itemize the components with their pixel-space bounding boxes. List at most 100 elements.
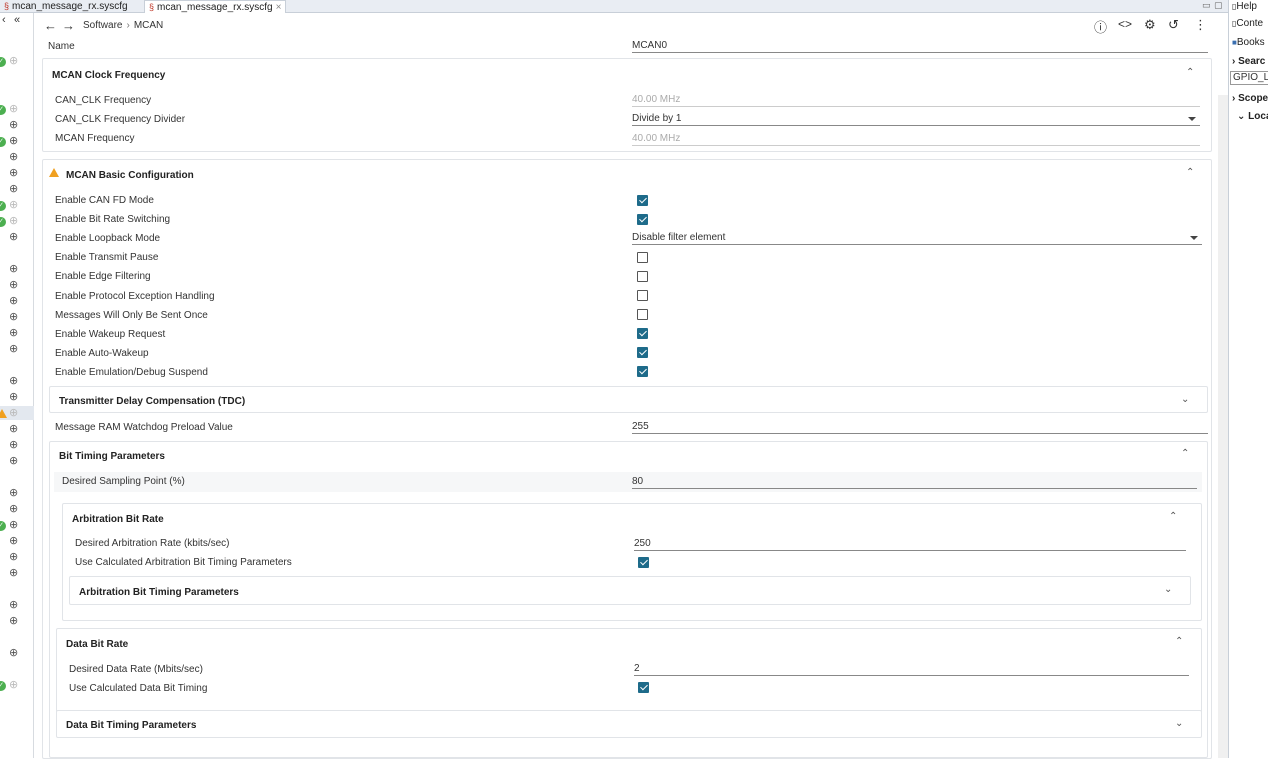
- enable-auto-wakeup-label: Enable Auto-Wakeup: [55, 348, 149, 359]
- expand-chevron-icon[interactable]: ⌄: [1164, 584, 1172, 595]
- vertical-scrollbar[interactable]: [1218, 95, 1228, 758]
- enable-protocol-exception-checkbox[interactable]: [637, 290, 648, 301]
- editor-nav-bar: ← → Software › MCAN ⓘ <> ⚙ ↺ ⋮: [34, 13, 1218, 38]
- enable-brs-checkbox[interactable]: [637, 214, 648, 225]
- enable-wakeup-request-checkbox[interactable]: [637, 328, 648, 339]
- scope-section-header[interactable]: › Scope: [1232, 93, 1268, 104]
- local-section-header[interactable]: ⌄ Local: [1237, 111, 1268, 122]
- back-nav-icon[interactable]: ‹: [2, 15, 6, 26]
- add-icon[interactable]: ⊕: [9, 488, 18, 499]
- collapse-panel-icon[interactable]: «: [14, 15, 20, 26]
- add-icon[interactable]: ⊕: [9, 600, 18, 611]
- help-tab[interactable]: ▯Help: [1232, 1, 1257, 12]
- ok-status-icon: ✓: [0, 217, 6, 227]
- name-field[interactable]: MCAN0: [632, 40, 1208, 53]
- add-icon[interactable]: ⊕: [9, 328, 18, 339]
- tdc-title: Transmitter Delay Compensation (TDC): [59, 396, 246, 407]
- collapse-chevron-icon[interactable]: ⌃: [1186, 167, 1194, 178]
- minimize-icon[interactable]: ▭: [1202, 0, 1211, 10]
- back-arrow-icon[interactable]: ←: [44, 18, 57, 33]
- add-icon[interactable]: ⊕: [9, 536, 18, 547]
- sampling-point-field[interactable]: 80: [632, 476, 1197, 489]
- breadcrumb-software[interactable]: Software: [83, 20, 122, 31]
- watchdog-preload-field[interactable]: 255: [632, 421, 1208, 434]
- enable-can-fd-label: Enable CAN FD Mode: [55, 195, 154, 206]
- data-timing-params-section[interactable]: [56, 710, 1202, 738]
- enable-protocol-exception-label: Enable Protocol Exception Handling: [55, 291, 215, 302]
- enable-transmit-pause-checkbox[interactable]: [637, 252, 648, 263]
- tab-mcan-message-rx-1[interactable]: § mcan_message_rx.syscfg: [4, 0, 128, 13]
- close-tab-icon[interactable]: ×: [276, 2, 282, 13]
- help-search-input[interactable]: GPIO_L: [1230, 71, 1268, 85]
- add-icon[interactable]: ⊕: [9, 296, 18, 307]
- info-icon[interactable]: ⓘ: [1094, 17, 1107, 36]
- history-icon[interactable]: ↺: [1168, 17, 1179, 33]
- add-icon[interactable]: ⊕: [9, 568, 18, 579]
- search-section-header[interactable]: › Searc: [1232, 56, 1265, 67]
- add-icon[interactable]: ⊕: [9, 344, 18, 355]
- expand-chevron-icon[interactable]: ⌄: [1175, 718, 1183, 729]
- contents-tab[interactable]: ▯Conte: [1232, 18, 1263, 29]
- add-icon[interactable]: ⊕: [9, 648, 18, 659]
- add-icon[interactable]: ⊕: [9, 376, 18, 387]
- enable-auto-wakeup-checkbox[interactable]: [637, 347, 648, 358]
- warning-icon: [0, 409, 7, 418]
- use-calc-arbitration-checkbox[interactable]: [638, 557, 649, 568]
- add-icon[interactable]: ⊕: [9, 504, 18, 515]
- can-clk-divider-select[interactable]: Divide by 1: [632, 113, 1200, 126]
- add-icon[interactable]: ⊕: [9, 440, 18, 451]
- add-icon[interactable]: ⊕: [9, 552, 18, 563]
- add-icon[interactable]: ⊕: [9, 216, 18, 227]
- add-icon[interactable]: ⊕: [9, 56, 18, 67]
- breadcrumb-separator: ›: [126, 20, 130, 31]
- ok-status-icon: ✓: [0, 201, 6, 211]
- mcan-frequency-field: 40.00 MHz: [632, 133, 1200, 146]
- module-config-panel: Name MCAN0 MCAN Clock Frequency ⌃ CAN_CL…: [34, 38, 1218, 759]
- add-icon[interactable]: ⊕: [9, 168, 18, 179]
- add-icon[interactable]: ⊕: [9, 184, 18, 195]
- enable-loopback-label: Enable Loopback Mode: [55, 233, 161, 244]
- breadcrumb-mcan[interactable]: MCAN: [134, 20, 163, 31]
- add-icon[interactable]: ⊕: [9, 280, 18, 291]
- collapse-chevron-icon[interactable]: ⌃: [1169, 511, 1177, 522]
- data-timing-params-title: Data Bit Timing Parameters: [66, 720, 197, 731]
- add-icon[interactable]: ⊕: [9, 200, 18, 211]
- enable-can-fd-checkbox[interactable]: [637, 195, 648, 206]
- forward-arrow-icon[interactable]: →: [62, 18, 75, 33]
- arbitration-bit-rate-title: Arbitration Bit Rate: [72, 514, 164, 525]
- add-icon[interactable]: ⊕: [9, 104, 18, 115]
- chip-view-icon[interactable]: ⚙: [1144, 17, 1156, 33]
- add-icon[interactable]: ⊕: [9, 152, 18, 163]
- loopback-mode-select[interactable]: Disable filter element: [632, 232, 1202, 245]
- data-rate-field[interactable]: 2: [634, 663, 1189, 676]
- add-icon[interactable]: ⊕: [9, 136, 18, 147]
- collapse-chevron-icon[interactable]: ⌃: [1175, 636, 1183, 647]
- add-icon[interactable]: ⊕: [9, 264, 18, 275]
- bookmarks-tab[interactable]: ■Books: [1232, 37, 1265, 48]
- add-icon[interactable]: ⊕: [9, 680, 18, 691]
- add-icon[interactable]: ⊕: [9, 456, 18, 467]
- add-icon[interactable]: ⊕: [9, 312, 18, 323]
- add-icon[interactable]: ⊕: [9, 232, 18, 243]
- more-options-icon[interactable]: ⋮: [1194, 17, 1207, 33]
- syscfg-file-icon: §: [149, 2, 155, 12]
- collapse-chevron-icon[interactable]: ⌃: [1181, 448, 1189, 459]
- add-icon[interactable]: ⊕: [9, 520, 18, 531]
- add-icon[interactable]: ⊕: [9, 424, 18, 435]
- ok-status-icon: ✓: [0, 521, 6, 531]
- add-icon[interactable]: ⊕: [9, 392, 18, 403]
- add-icon[interactable]: ⊕: [9, 616, 18, 627]
- ok-status-icon: ✓: [0, 681, 6, 691]
- maximize-icon[interactable]: ▢: [1214, 0, 1223, 10]
- add-icon[interactable]: ⊕: [9, 120, 18, 131]
- add-icon[interactable]: ⊕: [9, 408, 18, 419]
- use-calc-data-checkbox[interactable]: [638, 682, 649, 693]
- arbitration-rate-field[interactable]: 250: [634, 538, 1186, 551]
- expand-chevron-icon[interactable]: ⌄: [1181, 394, 1189, 405]
- tab-mcan-message-rx-2[interactable]: § mcan_message_rx.syscfg ×: [144, 0, 287, 13]
- code-view-icon[interactable]: <>: [1118, 17, 1132, 31]
- enable-emulation-suspend-checkbox[interactable]: [637, 366, 648, 377]
- collapse-chevron-icon[interactable]: ⌃: [1186, 67, 1194, 78]
- sent-once-checkbox[interactable]: [637, 309, 648, 320]
- enable-edge-filtering-checkbox[interactable]: [637, 271, 648, 282]
